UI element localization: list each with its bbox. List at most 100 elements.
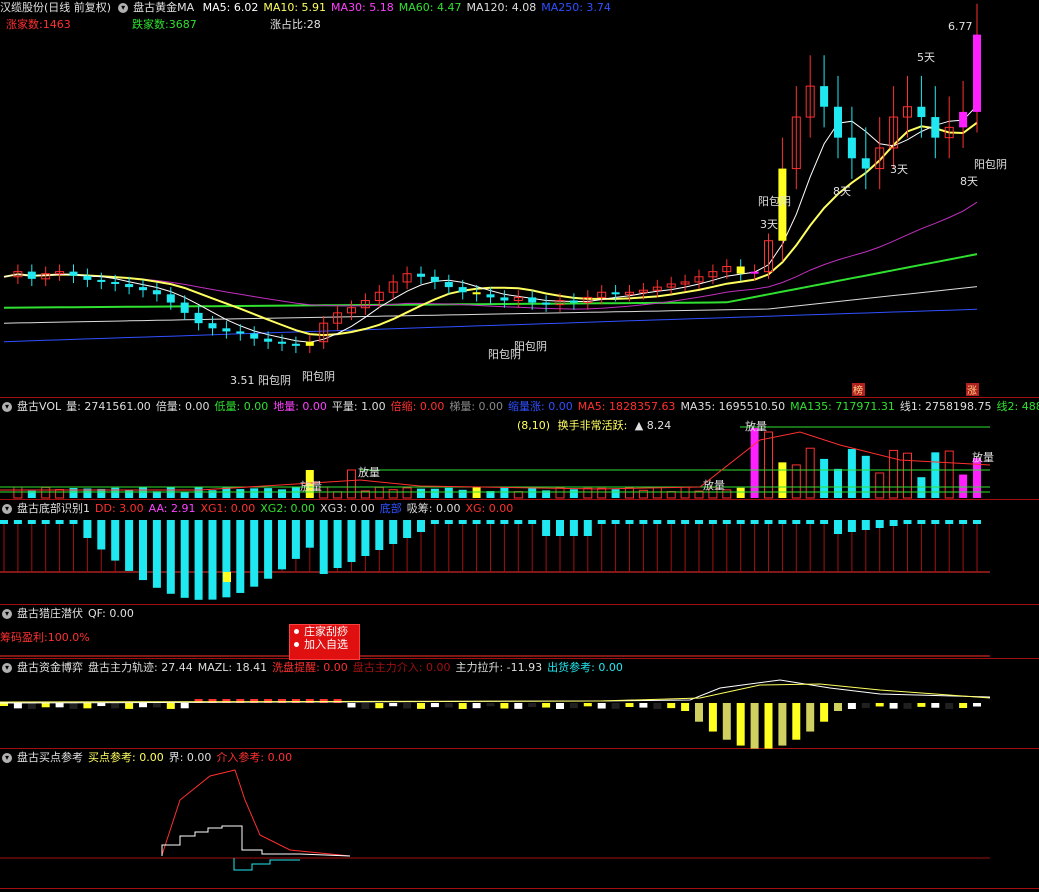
volume-bar — [638, 489, 648, 499]
candle-body — [569, 300, 578, 303]
bottom-bar — [611, 520, 620, 524]
candle-body — [736, 266, 745, 274]
fund-bar — [430, 703, 439, 708]
chevron-down-icon[interactable]: ▾ — [118, 3, 129, 13]
volume-bar — [278, 489, 286, 498]
vol-indicator-name[interactable]: 盘古VOL — [17, 400, 61, 413]
candle-body — [97, 279, 106, 282]
volume-bar — [291, 487, 300, 498]
fund-bar — [347, 703, 356, 708]
chevron-down-icon[interactable]: ▾ — [2, 504, 12, 514]
popup-item-add-watchlist[interactable]: 加入自选 — [290, 638, 359, 651]
bottom-bar — [250, 520, 259, 587]
volume-bar — [944, 450, 954, 499]
bottom-bar — [917, 520, 926, 524]
fund-bar — [55, 703, 64, 708]
up-count: 涨家数:1463 — [6, 18, 71, 31]
bottom-bar — [722, 520, 731, 524]
fund-bar — [778, 703, 787, 746]
fund-header: ▾ 盘古资金博弈 盘古主力轨迹: 27.44 MAZL: 18.41 洗盘提醒: 0.0… — [0, 660, 1039, 676]
volume-bar — [778, 462, 787, 498]
bottom-bar — [820, 520, 829, 524]
ma-legend-item: MA10: 5.91 — [263, 1, 327, 14]
ma-legend: MA5: 6.02 MA10: 5.91 MA30: 5.18 MA60: 4.47 M… — [203, 1, 616, 14]
popup-item-dealer[interactable]: 庄家刮痧 — [290, 625, 359, 638]
candle-body — [83, 275, 92, 280]
pattern-label: 阳包阴 — [302, 370, 335, 383]
candle-body — [611, 292, 620, 295]
volume-bar — [41, 486, 51, 499]
bottom-bar — [291, 520, 300, 559]
fund-bar — [667, 703, 676, 709]
fund-bar — [583, 703, 592, 707]
bottom-bar — [97, 520, 106, 550]
volume-bar — [333, 491, 343, 499]
bottom-header: ▾ 盘古底部识别1 DD: 3.00 AA: 2.91 XG1: 0.00 XG2: 0.… — [0, 501, 1039, 517]
ma-legend-item: MA60: 4.47 — [398, 1, 462, 14]
candle-body — [180, 302, 189, 313]
bottom-indicator-name[interactable]: 盘古底部识别1 — [17, 502, 90, 515]
bottom-bar — [278, 520, 286, 570]
bang-marker: 榜 — [853, 384, 863, 397]
fund-bar — [875, 703, 884, 707]
bottom-bar — [875, 520, 884, 528]
bottom-bar — [889, 520, 898, 526]
volume-bar — [347, 469, 356, 499]
candle-body — [834, 106, 842, 138]
fund-bar — [695, 703, 703, 722]
bottom-bar — [569, 520, 578, 536]
bottom-bar — [319, 520, 328, 574]
fund-line — [0, 679, 991, 704]
volume-bar — [680, 486, 690, 499]
vol-header: ▾ 盘古VOL 量: 2741561.00 倍量: 0.00 低量: 0.00 地量: 0… — [0, 399, 1039, 415]
fund-bar — [125, 703, 134, 709]
volume-bar — [528, 487, 537, 498]
buy-legend: 买点参考: 0.00 界: 0.00 介入参考: 0.00 — [88, 751, 297, 764]
volume-bar — [264, 488, 273, 498]
zhang-marker: 涨 — [967, 385, 977, 397]
fund-bar — [736, 703, 745, 746]
vol-legend-item: MA35: 1695510.50 — [680, 400, 786, 413]
bottom-bar — [806, 520, 815, 524]
bottom-bar — [305, 520, 314, 548]
volume-bar — [652, 486, 662, 499]
context-popup[interactable]: 庄家刮痧 加入自选 — [289, 624, 360, 660]
pattern-label: 阳包阴 — [258, 374, 291, 387]
volume-bar — [959, 474, 968, 498]
bottom-bar — [0, 520, 8, 524]
stock-title[interactable]: 汉缆股份(日线 前复权) — [0, 1, 111, 14]
day-count-label: 5天 — [917, 51, 935, 64]
volume-bar — [458, 489, 467, 498]
candlesticks[interactable] — [13, 3, 981, 354]
chevron-down-icon[interactable]: ▾ — [2, 753, 12, 763]
fund-bar — [764, 703, 773, 749]
bottom-bar — [903, 520, 912, 524]
candle-body — [166, 294, 175, 303]
candle-body — [444, 281, 453, 288]
chevron-down-icon[interactable]: ▾ — [2, 402, 12, 412]
day-count-label: 3天 — [890, 163, 908, 176]
day-count-label: 3天 — [760, 218, 778, 231]
candle-body — [139, 287, 147, 291]
fund-indicator-name[interactable]: 盘古资金博弈 — [17, 661, 83, 674]
fund-bar — [486, 703, 495, 707]
ma-legend-item: MA120: 4.08 — [466, 1, 537, 14]
hunt-indicator-name[interactable]: 盘古猎庄潜伏 — [17, 607, 83, 620]
main-indicator-name[interactable]: 盘古黄金MA — [133, 1, 194, 14]
fund-bar — [444, 703, 453, 708]
volume-bar — [875, 472, 885, 499]
volume-mark-label: 放量 — [703, 478, 725, 492]
volume-bar — [500, 487, 509, 498]
buy-indicator-name[interactable]: 盘古买点参考 — [17, 751, 83, 764]
bottom-bar — [222, 520, 231, 598]
fund-bar — [973, 703, 981, 707]
chevron-down-icon[interactable]: ▾ — [2, 663, 12, 673]
chevron-down-icon[interactable]: ▾ — [2, 609, 12, 619]
volume-bar — [764, 431, 773, 499]
volume-bar — [472, 487, 481, 498]
up-ratio: 涨占比:28 — [270, 18, 321, 31]
hunt-header: ▾ 盘古猎庄潜伏 QF: 0.00 — [0, 606, 1039, 622]
vol-legend-item: 梯量: 0.00 — [449, 400, 504, 413]
bottom-bar — [792, 520, 801, 524]
volume-bar — [194, 487, 203, 498]
